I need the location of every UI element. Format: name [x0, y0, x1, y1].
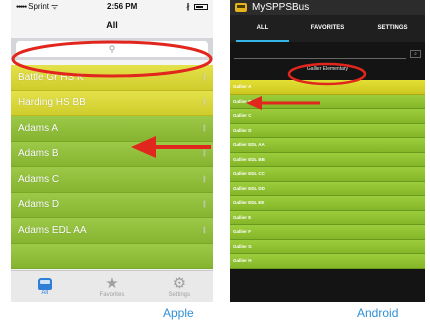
signal-icon: ●●●●● — [16, 3, 27, 10]
grip-icon: ||| — [202, 124, 207, 132]
apple-caption: Apple — [163, 306, 194, 320]
route-row[interactable]: Gallier A — [230, 80, 425, 95]
grip-icon: ||| — [202, 226, 207, 234]
gear-icon: ⚙ — [172, 274, 187, 292]
android-search-row: ⌕ — [230, 47, 425, 61]
grip-icon: ||| — [202, 73, 207, 81]
route-row[interactable]: Gallier H — [230, 254, 425, 269]
action-bar: MySPPSBus — [230, 0, 425, 15]
route-row[interactable]: Battle Gr HS K ||| — [11, 65, 213, 91]
tab-favorites[interactable]: ★ Favorites — [78, 271, 145, 302]
route-label: Adams C — [18, 173, 60, 185]
tab-settings[interactable]: SETTINGS — [360, 15, 425, 42]
status-time: 2:56 PM — [107, 2, 138, 11]
route-label: Harding HS BB — [18, 97, 86, 109]
tab-all[interactable]: ALL — [230, 15, 295, 42]
route-row[interactable]: Gallier G — [230, 239, 425, 254]
route-row[interactable]: Gallier EDL EE — [230, 196, 425, 211]
grip-icon: ||| — [202, 201, 207, 209]
route-row[interactable]: Gallier B — [230, 94, 425, 109]
carrier-info: ●●●●● Sprint ᯤ — [16, 1, 58, 12]
search-icon: ⚲ — [108, 44, 116, 54]
grip-icon: ||| — [202, 150, 207, 158]
route-row[interactable]: Adams A ||| — [11, 116, 213, 142]
nav-title: All — [106, 20, 118, 30]
route-row[interactable] — [11, 243, 213, 269]
route-list: Gallier A Gallier B Gallier C Gallier D … — [230, 80, 425, 269]
tab-label: All — [41, 289, 48, 296]
status-right: ∦ — [186, 2, 208, 11]
search-input[interactable] — [234, 50, 406, 59]
tab-bar: All ★ Favorites ⚙ Settings — [11, 270, 213, 302]
route-row[interactable]: Adams EDL AA ||| — [11, 218, 213, 244]
android-caption: Android — [357, 306, 399, 320]
app-title: MySPPSBus — [252, 2, 310, 13]
route-row[interactable]: Adams C ||| — [11, 167, 213, 193]
android-tabs: ALL FAVORITES SETTINGS — [230, 15, 425, 42]
android-screen: MySPPSBus ALL FAVORITES SETTINGS ⌕ Galli… — [230, 0, 425, 302]
ios-status-bar: ●●●●● Sprint ᯤ 2:56 PM ∦ — [11, 0, 213, 13]
bluetooth-icon: ∦ — [186, 2, 190, 11]
star-icon: ★ — [105, 274, 119, 292]
route-label: Adams A — [18, 122, 59, 134]
route-row[interactable]: Gallier EDL CC — [230, 167, 425, 182]
route-row[interactable]: Gallier EDL BB — [230, 152, 425, 167]
bus-icon — [235, 3, 247, 12]
search-bar: ⚲ — [11, 38, 213, 60]
route-row[interactable]: Gallier C — [230, 109, 425, 124]
grip-icon: ||| — [202, 175, 207, 183]
tab-favorites[interactable]: FAVORITES — [295, 15, 360, 42]
route-row[interactable]: Harding HS BB ||| — [11, 90, 213, 116]
search-button[interactable]: ⌕ — [410, 50, 421, 58]
route-row[interactable]: Gallier D — [230, 123, 425, 138]
route-label: Battle Gr HS K — [18, 71, 84, 83]
wifi-icon: ᯤ — [51, 2, 59, 11]
bus-icon — [37, 277, 52, 290]
route-row[interactable]: Gallier EDL DD — [230, 181, 425, 196]
route-list: Battle Gr HS K ||| Harding HS BB ||| Ada… — [11, 65, 213, 269]
route-label: Adams B — [18, 148, 59, 160]
tab-label: Favorites — [99, 291, 125, 298]
route-row[interactable]: Gallier EDL AA — [230, 138, 425, 153]
route-row[interactable]: Adams B ||| — [11, 141, 213, 167]
route-row[interactable]: Adams D ||| — [11, 192, 213, 218]
apple-screen: ●●●●● Sprint ᯤ 2:56 PM ∦ All ⚲ Battle Gr… — [11, 0, 213, 302]
tab-settings[interactable]: ⚙ Settings — [146, 271, 213, 302]
route-label: Adams D — [18, 199, 60, 211]
tab-label: Settings — [168, 291, 191, 298]
search-query: Gallier Elementary — [306, 66, 349, 72]
route-row[interactable]: Gallier E — [230, 210, 425, 225]
carrier-label: Sprint — [28, 2, 50, 11]
route-row[interactable]: Gallier F — [230, 225, 425, 240]
battery-icon — [194, 3, 208, 10]
route-label: Adams EDL AA — [18, 224, 87, 236]
grip-icon: ||| — [202, 99, 207, 107]
search-input[interactable]: ⚲ — [16, 41, 208, 57]
tab-all[interactable]: All — [11, 271, 78, 302]
